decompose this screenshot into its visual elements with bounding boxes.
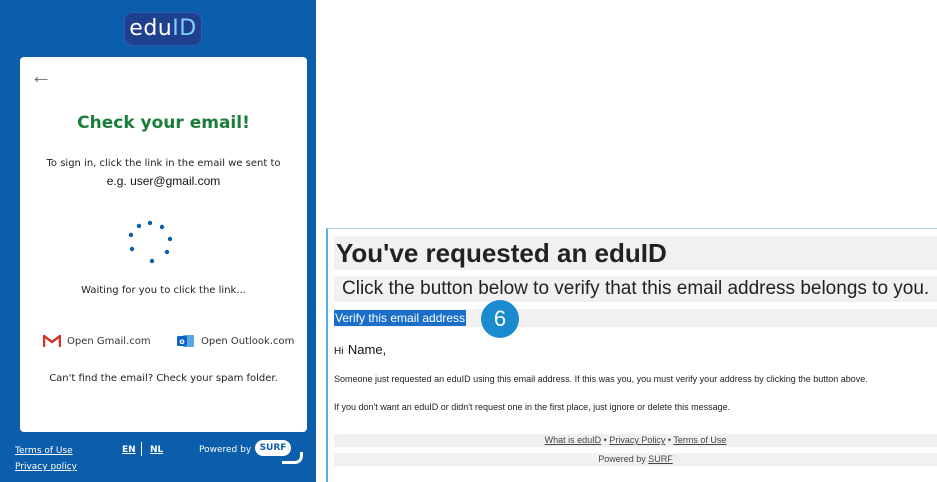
eduid-app-panel: eduID ← Check your email! To sign in, cl… xyxy=(0,0,316,482)
open-outlook-button[interactable]: o Open Outlook.com xyxy=(177,334,294,348)
logo-text-edu: edu xyxy=(129,16,173,41)
what-is-eduid-link[interactable]: What is eduID xyxy=(545,435,602,445)
greeting-hi: Hi xyxy=(334,346,344,357)
footer-separator: • xyxy=(603,435,607,445)
email-footer-links: What is eduID • Privacy Policy • Terms o… xyxy=(334,434,937,447)
lang-separator xyxy=(141,442,142,456)
lang-nl-link[interactable]: NL xyxy=(150,445,163,455)
email-surf-link[interactable]: SURF xyxy=(648,454,673,464)
email-powered-by-label: Powered by xyxy=(598,454,646,464)
eduid-logo: eduID xyxy=(124,12,202,46)
step-number-badge: 6 xyxy=(481,300,519,338)
greeting-name: Name, xyxy=(347,342,387,357)
sign-in-instruction: To sign in, click the link in the email … xyxy=(46,158,281,169)
email-heading: You've requested an eduID xyxy=(334,236,937,270)
open-gmail-button[interactable]: Open Gmail.com xyxy=(43,334,151,348)
outlook-label: Open Outlook.com xyxy=(201,335,295,347)
privacy-policy-link[interactable]: Privacy policy xyxy=(15,462,77,472)
email-privacy-policy-link[interactable]: Privacy Policy xyxy=(609,435,665,445)
surf-logo-swoosh xyxy=(282,452,303,464)
email-paragraph-2: If you don't want an eduID or didn't req… xyxy=(334,402,731,412)
spam-folder-note: Can't find the email? Check your spam fo… xyxy=(49,373,278,384)
logo-text-id: ID xyxy=(172,16,197,41)
greeting: Hi Name, xyxy=(334,341,386,359)
page-title: Check your email! xyxy=(77,113,250,133)
email-powered-by: Powered by SURF xyxy=(334,453,937,466)
gmail-icon xyxy=(43,334,61,347)
email-terms-of-use-link[interactable]: Terms of Use xyxy=(673,435,726,445)
sent-to-email: e.g. user@gmail.com xyxy=(106,174,221,188)
svg-text:o: o xyxy=(179,337,185,346)
loading-spinner-icon xyxy=(128,220,173,264)
outlook-icon: o xyxy=(177,335,194,347)
lang-en-link[interactable]: EN xyxy=(122,445,136,455)
powered-by-label: Powered by xyxy=(199,445,252,455)
verification-email: You've requested an eduID Click the butt… xyxy=(326,228,937,482)
terms-of-use-link[interactable]: Terms of Use xyxy=(15,446,73,456)
waiting-status: Waiting for you to click the link... xyxy=(81,285,246,296)
gmail-label: Open Gmail.com xyxy=(67,335,151,347)
email-subheading: Click the button below to verify that th… xyxy=(334,276,937,302)
email-paragraph-1: Someone just requested an eduID using th… xyxy=(334,374,868,384)
footer-separator: • xyxy=(667,435,672,445)
check-email-card: ← Check your email! To sign in, click th… xyxy=(20,57,307,432)
verify-email-link[interactable]: Verify this email address xyxy=(334,310,467,326)
arrow-left-icon[interactable]: ← xyxy=(30,65,52,87)
